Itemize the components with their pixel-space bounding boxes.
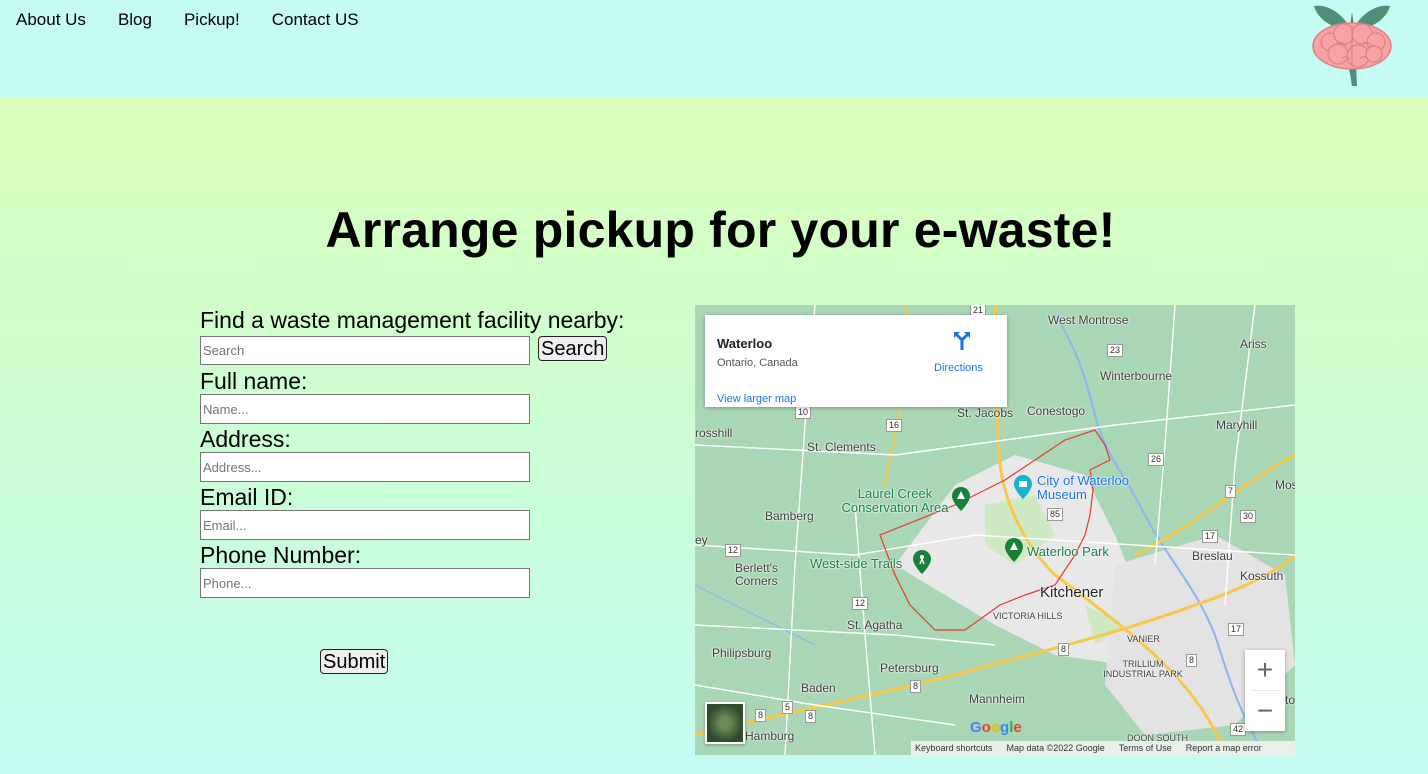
route-shield-23: 23 — [1107, 344, 1124, 357]
keyboard-shortcuts-link[interactable]: Keyboard shortcuts — [915, 743, 993, 753]
phone-input[interactable] — [200, 568, 530, 598]
park-marker-icon[interactable] — [1005, 538, 1023, 562]
map-poi-city-museum[interactable]: City of Waterloo Museum — [1037, 474, 1157, 502]
route-shield-85: 85 — [1047, 508, 1064, 521]
nav-contact-us-link[interactable]: Contact US — [272, 10, 359, 30]
map-label-breslau: Breslau — [1192, 549, 1233, 563]
zoom-in-button[interactable]: + — [1245, 650, 1285, 690]
map-label-berletts-corners: Berlett's Corners — [735, 561, 778, 588]
park-marker-icon[interactable] — [952, 487, 970, 511]
map-poi-waterloo-park[interactable]: Waterloo Park — [1027, 544, 1109, 559]
map-label-winterbourne: Winterbourne — [1100, 369, 1173, 383]
map-card-place-name: Waterloo — [717, 336, 773, 351]
map-label-bamberg: Bamberg — [765, 509, 814, 523]
map-data-attribution: Map data ©2022 Google — [1006, 743, 1105, 753]
museum-marker-icon[interactable] — [1014, 475, 1032, 499]
submit-button[interactable]: Submit — [320, 649, 389, 674]
map-label-ey: ey — [695, 533, 708, 547]
facility-search-input[interactable] — [200, 336, 530, 365]
route-shield-12: 12 — [725, 544, 742, 557]
map-label-crosshill: rosshill — [695, 426, 733, 440]
embedded-map[interactable]: West Montrose Ariss Winterbourne St. Jac… — [695, 305, 1295, 755]
address-input[interactable] — [200, 452, 530, 482]
google-logo: Google — [970, 719, 1022, 736]
nav-about-us-link[interactable]: About Us — [16, 10, 86, 30]
route-shield-26: 26 — [1148, 453, 1165, 466]
address-label: Address: — [200, 426, 291, 452]
brain-leaf-logo-icon[interactable] — [1308, 2, 1396, 88]
map-footer: Keyboard shortcuts Map data ©2022 Google… — [911, 741, 1295, 755]
route-shield-10: 10 — [795, 406, 812, 419]
top-navigation-bar: About Us Blog Pickup! Contact US — [0, 0, 1428, 97]
map-label-maryhill: Maryhill — [1216, 418, 1258, 432]
page-title: Arrange pickup for your e-waste! — [325, 202, 1116, 258]
email-label: Email ID: — [200, 484, 294, 510]
route-shield-17b: 17 — [1228, 623, 1245, 636]
route-shield-8c: 8 — [910, 680, 922, 693]
route-shield-8d: 8 — [805, 710, 817, 723]
map-label-trillium-industrial-park: TRILLIUM INDUSTRIAL PARK — [1103, 659, 1183, 679]
map-label-baden: Baden — [801, 681, 836, 695]
map-poi-westside-trails[interactable]: West-side Trails — [810, 556, 902, 571]
map-label-st-jacobs: St. Jacobs — [957, 406, 1014, 420]
route-shield-42: 42 — [1230, 723, 1247, 736]
map-label-hamburg: Hamburg — [745, 729, 795, 743]
route-shield-5: 5 — [782, 701, 794, 714]
map-label-kitchener: Kitchener — [1040, 584, 1104, 601]
zoom-controls: + − — [1245, 650, 1285, 731]
full-name-label: Full name: — [200, 368, 308, 394]
nav-pickup-link[interactable]: Pickup! — [184, 10, 240, 30]
map-label-st-clements: St. Clements — [807, 440, 876, 454]
zoom-out-button[interactable]: − — [1245, 691, 1285, 731]
map-label-west-montrose: West Montrose — [1048, 313, 1129, 327]
map-card-region: Ontario, Canada — [717, 357, 798, 369]
map-label-kossuth: Kossuth — [1240, 569, 1284, 583]
map-label-mosbo: Mosbo — [1275, 478, 1295, 492]
directions-icon[interactable] — [951, 329, 973, 351]
map-label-conestogo: Conestogo — [1027, 404, 1086, 418]
terms-of-use-link[interactable]: Terms of Use — [1119, 743, 1172, 753]
phone-label: Phone Number: — [200, 542, 362, 568]
route-shield-16: 16 — [886, 419, 903, 432]
route-shield-8b: 8 — [1186, 654, 1198, 667]
map-label-to: to — [1285, 693, 1295, 707]
report-map-error-link[interactable]: Report a map error — [1186, 743, 1262, 753]
map-label-victoria-hills: VICTORIA HILLS — [993, 611, 1063, 621]
route-shield-17: 17 — [1202, 530, 1219, 543]
full-name-input[interactable] — [200, 394, 530, 424]
view-larger-map-link[interactable]: View larger map — [717, 393, 796, 405]
directions-link[interactable]: Directions — [934, 362, 983, 374]
search-button[interactable]: Search — [538, 336, 608, 361]
map-info-card: Waterloo Ontario, Canada Directions View… — [705, 315, 1007, 407]
map-label-ariss: Ariss — [1240, 337, 1267, 351]
facility-search-label: Find a waste management facility nearby: — [200, 307, 625, 333]
route-shield-7: 7 — [1225, 485, 1237, 498]
route-shield-8e: 8 — [755, 709, 767, 722]
nav-blog-link[interactable]: Blog — [118, 10, 152, 30]
email-input[interactable] — [200, 510, 530, 540]
map-poi-laurel-creek[interactable]: Laurel Creek Conservation Area — [835, 487, 955, 515]
map-label-petersburg: Petersburg — [880, 661, 939, 675]
map-label-vanier: VANIER — [1127, 634, 1160, 644]
map-label-philipsburg: Philipsburg — [712, 646, 772, 660]
hiking-marker-icon[interactable] — [913, 550, 931, 574]
map-label-st-agatha: St. Agatha — [847, 618, 903, 632]
route-shield-12b: 12 — [852, 597, 869, 610]
route-shield-30: 30 — [1240, 510, 1257, 523]
satellite-toggle-button[interactable] — [705, 702, 745, 744]
nav-menu: About Us Blog Pickup! Contact US — [16, 10, 391, 30]
route-shield-8: 8 — [1058, 643, 1070, 656]
map-label-mannheim: Mannheim — [969, 692, 1026, 706]
